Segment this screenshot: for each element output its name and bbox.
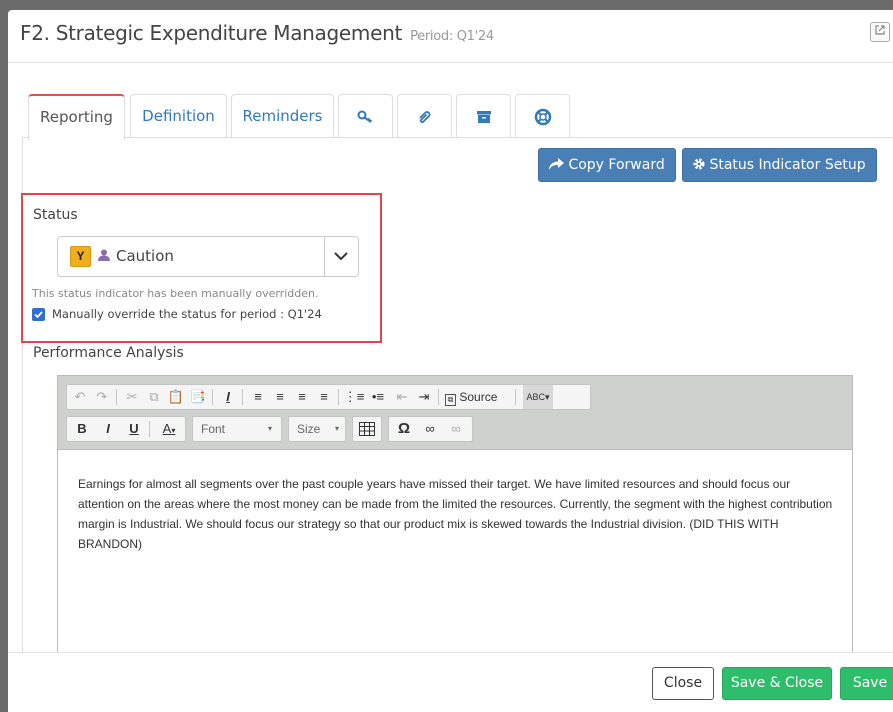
numbered-list-icon[interactable]: ⋮≡ xyxy=(343,385,365,409)
remove-format-icon[interactable]: I xyxy=(217,385,239,409)
toolbar-separator xyxy=(515,389,516,405)
editor-toolbar: ↶ ↷ ✂ ⧉ 📋 📑 I ≡ ≡ ≡ ≡ ⋮≡ •≡ ⇤ ⇥ ⧉ Source… xyxy=(58,376,852,450)
performance-analysis-label: Performance Analysis xyxy=(33,345,184,361)
bold-button[interactable]: B xyxy=(71,417,93,441)
tab-archive[interactable] xyxy=(456,94,511,138)
override-checkbox-label[interactable]: Manually override the status for period … xyxy=(52,307,322,321)
save-button[interactable]: Save xyxy=(840,667,893,700)
align-left-icon[interactable]: ≡ xyxy=(247,385,269,409)
toolbar-row-1: ↶ ↷ ✂ ⧉ 📋 📑 I ≡ ≡ ≡ ≡ ⋮≡ •≡ ⇤ ⇥ ⧉ Source… xyxy=(66,384,591,410)
rich-text-editor: ↶ ↷ ✂ ⧉ 📋 📑 I ≡ ≡ ≡ ≡ ⋮≡ •≡ ⇤ ⇥ ⧉ Source… xyxy=(57,375,853,675)
page-title: F2. Strategic Expenditure Management Per… xyxy=(20,21,494,45)
copy-icon[interactable]: ⧉ xyxy=(143,385,165,409)
toolbar-separator xyxy=(212,389,213,405)
popout-icon[interactable] xyxy=(870,22,890,42)
size-combo[interactable]: Size ▾ xyxy=(288,416,346,442)
justify-icon[interactable]: ≡ xyxy=(313,385,335,409)
status-label: Status xyxy=(33,207,78,223)
source-label: Source xyxy=(459,390,498,404)
tab-label: Reminders xyxy=(242,107,323,125)
italic-button[interactable]: I xyxy=(97,417,119,441)
table-icon xyxy=(359,422,375,436)
font-combo-label: Font xyxy=(201,422,226,436)
chevron-down-icon: ▾ xyxy=(335,424,340,433)
toolbar-separator xyxy=(116,389,117,405)
table-button[interactable] xyxy=(352,416,382,442)
save-and-close-button[interactable]: Save & Close xyxy=(722,667,832,700)
tab-reminders[interactable]: Reminders xyxy=(231,94,334,138)
font-combo[interactable]: Font ▾ xyxy=(192,416,282,442)
indent-icon[interactable]: ⇥ xyxy=(413,385,435,409)
bulleted-list-icon[interactable]: •≡ xyxy=(367,385,389,409)
font-color-button[interactable]: A▾ xyxy=(155,417,183,441)
status-indicator-setup-button[interactable]: Status Indicator Setup xyxy=(682,148,877,182)
link-icon[interactable]: ∞ xyxy=(419,417,441,441)
spellcheck-icon[interactable]: ABC▾ xyxy=(523,385,553,409)
modal-header: F2. Strategic Expenditure Management Per… xyxy=(8,10,893,63)
paste-from-word-icon[interactable]: 📑 xyxy=(187,385,209,409)
tab-label: Reporting xyxy=(40,108,113,126)
close-button[interactable]: Close xyxy=(652,667,714,700)
copy-forward-button[interactable]: Copy Forward xyxy=(538,148,676,182)
chevron-down-icon: ▾ xyxy=(268,424,273,433)
tab-support[interactable] xyxy=(515,94,570,138)
unlink-icon[interactable]: ∞ xyxy=(445,417,467,441)
tab-label: Definition xyxy=(142,107,215,125)
chevron-down-icon[interactable] xyxy=(333,249,349,263)
toolbar-separator xyxy=(438,389,439,405)
paperclip-icon xyxy=(418,110,430,123)
button-label: Copy Forward xyxy=(568,157,665,173)
editor-content[interactable]: Earnings for almost all segments over th… xyxy=(78,474,838,554)
status-badge: Y xyxy=(70,246,91,267)
button-label: Status Indicator Setup xyxy=(709,157,866,173)
toolbar-separator xyxy=(149,421,150,437)
modal-dialog: F2. Strategic Expenditure Management Per… xyxy=(8,10,893,712)
align-right-icon[interactable]: ≡ xyxy=(291,385,313,409)
size-combo-label: Size xyxy=(297,422,321,436)
gear-icon xyxy=(693,158,705,170)
source-icon: ⧉ xyxy=(445,394,456,406)
status-select[interactable]: Y Caution xyxy=(57,236,359,277)
lifebuoy-icon xyxy=(534,108,551,125)
align-center-icon[interactable]: ≡ xyxy=(269,385,291,409)
special-character-icon[interactable]: Ω xyxy=(393,417,415,441)
outdent-icon[interactable]: ⇤ xyxy=(391,385,413,409)
status-value: Caution xyxy=(116,247,174,265)
tab-definition[interactable]: Definition xyxy=(130,94,227,138)
toolbar-separator xyxy=(242,389,243,405)
undo-icon[interactable]: ↶ xyxy=(69,385,91,409)
tab-reporting[interactable]: Reporting xyxy=(28,94,125,140)
modal-footer: Close Save & Close Save xyxy=(8,652,893,712)
period-label: Period: Q1'24 xyxy=(410,29,494,44)
source-button[interactable]: ⧉ Source xyxy=(445,385,497,409)
key-icon xyxy=(357,110,372,123)
underline-button[interactable]: U xyxy=(123,417,145,441)
user-icon xyxy=(98,249,110,261)
toolbar-format-group: B I U A▾ xyxy=(66,416,186,442)
tab-key[interactable] xyxy=(338,94,393,138)
paste-icon[interactable]: 📋 xyxy=(165,385,187,409)
override-checkbox[interactable] xyxy=(32,308,45,321)
archive-icon xyxy=(476,110,491,123)
checkmark-icon xyxy=(34,311,43,319)
toolbar-separator xyxy=(338,389,339,405)
cut-icon[interactable]: ✂ xyxy=(121,385,143,409)
share-arrow-icon xyxy=(549,158,564,170)
redo-icon[interactable]: ↷ xyxy=(91,385,113,409)
select-divider xyxy=(324,237,325,276)
toolbar-insert-group: Ω ∞ ∞ xyxy=(388,416,473,442)
tab-attachments[interactable] xyxy=(397,94,452,138)
override-help-text: This status indicator has been manually … xyxy=(32,287,319,300)
title-text: F2. Strategic Expenditure Management xyxy=(20,21,403,45)
